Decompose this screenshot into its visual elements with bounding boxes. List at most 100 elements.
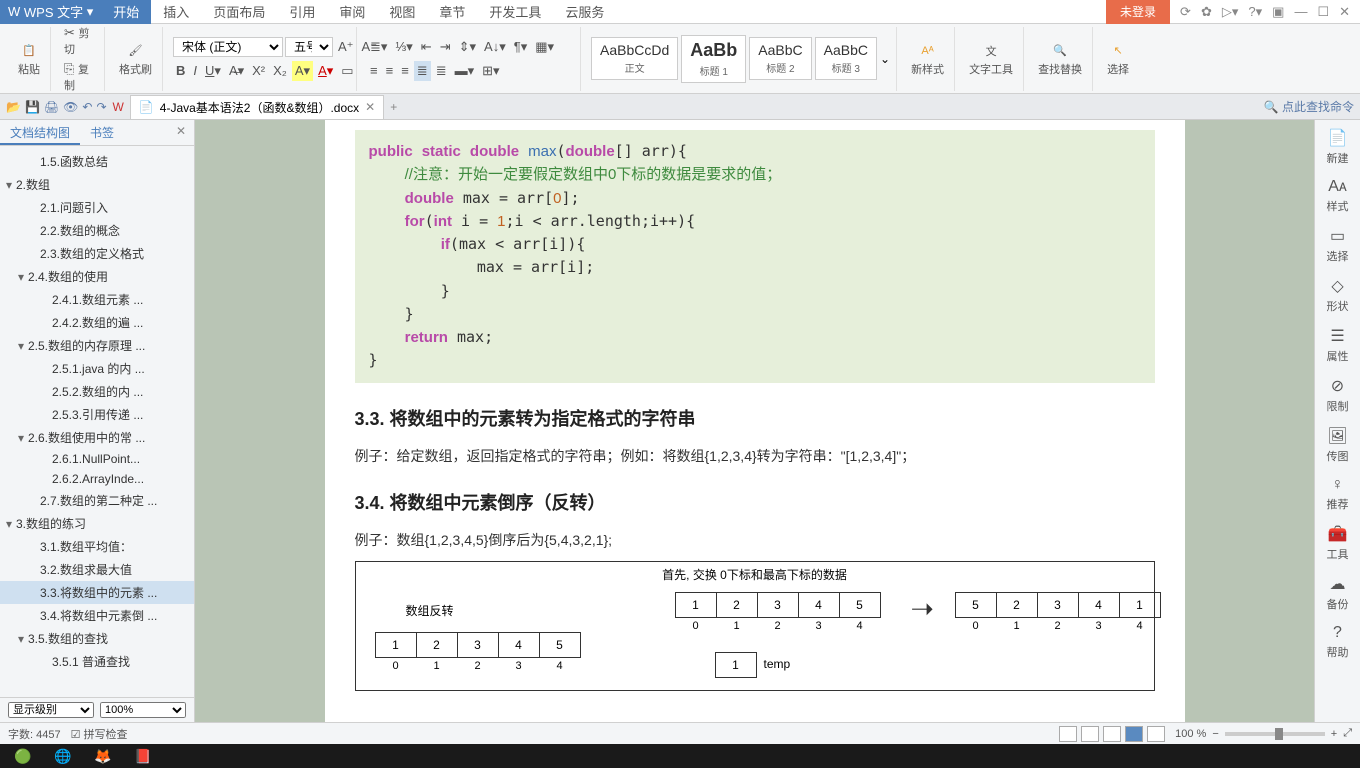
bullets-button[interactable]: ≣▾ [367,37,390,57]
outline-item[interactable]: ▾2.4.数组的使用 [0,265,194,288]
zoom-slider[interactable] [1225,732,1325,736]
font-color-button[interactable]: A▾ [315,61,336,81]
menu-tab-4[interactable]: 审阅 [327,0,377,24]
sidebar-tool-8[interactable]: 🧰工具 [1327,524,1349,562]
sidebar-tool-9[interactable]: ☁备份 [1327,574,1349,612]
zoom-control[interactable]: 100 % − + ⤢ [1175,727,1352,740]
outline-item[interactable]: 2.2.数组的概念 [0,219,194,242]
command-search[interactable]: 🔍 点此查找命令 [1264,98,1354,115]
select-button[interactable]: ↖选择 [1103,39,1133,79]
view-mode-5[interactable] [1147,726,1165,742]
menu-tab-2[interactable]: 页面布局 [201,0,277,24]
taskbar-firefox[interactable]: 🦊 [84,745,122,767]
view-mode-3[interactable] [1103,726,1121,742]
indent-button[interactable]: ⇥ [437,37,454,57]
compact-icon[interactable]: ▣ [1272,4,1284,20]
style-gallery[interactable]: AaBbCcDd正文AaBb标题 1AaBbC标题 2AaBbC标题 3⌄ [585,27,897,91]
close-icon[interactable]: ✕ [1339,4,1350,20]
sidebar-tool-4[interactable]: ☰属性 [1327,326,1349,364]
taskbar-chrome[interactable]: 🌐 [44,745,82,767]
view-mode-1[interactable] [1059,726,1077,742]
grow-font-icon[interactable]: A⁺ [335,37,357,57]
superscript-button[interactable]: X² [249,61,268,80]
sidebar-tool-3[interactable]: ◇形状 [1327,276,1349,314]
format-painter-button[interactable]: 🖌 格式刷 [115,39,156,79]
outline-item[interactable]: 2.5.3.引用传递 ... [0,403,194,426]
outdent-button[interactable]: ⇤ [418,37,435,57]
spell-check-toggle[interactable]: ☑ 拼写检查 [71,726,128,742]
shading-button[interactable]: ▬▾ [452,61,478,81]
zoom-out-icon[interactable]: − [1212,728,1218,740]
maximize-icon[interactable]: ☐ [1317,4,1329,20]
bold-button[interactable]: B [173,61,188,80]
outline-item[interactable]: ▾2.6.数组使用中的常 ... [0,426,194,449]
cut-button[interactable]: ✂ 剪切 [61,23,98,59]
paste-button[interactable]: 📋 粘贴 [14,39,44,79]
sidebar-tool-1[interactable]: Aᴀ样式 [1327,178,1349,214]
menu-tab-1[interactable]: 插入 [151,0,201,24]
align-center-button[interactable]: ≡ [383,61,397,80]
style-box-2[interactable]: AaBbC标题 2 [749,37,811,80]
numbering-button[interactable]: ⅓▾ [392,37,415,57]
sidebar-tool-10[interactable]: ?帮助 [1327,624,1349,660]
outline-zoom-select[interactable]: 100% [100,702,186,718]
sync-icon[interactable]: ⟳ [1180,4,1191,20]
word-count[interactable]: 字数: 4457 [8,726,61,742]
outline-item[interactable]: ▾2.数组 [0,173,194,196]
add-tab-button[interactable]: + [390,100,397,114]
redo-icon[interactable]: ↷ [96,100,106,114]
highlight-button[interactable]: A▾ [292,61,313,81]
table-border-button[interactable]: ▦▾ [532,37,557,57]
outline-item[interactable]: 3.5.1 普通查找 [0,650,194,673]
outline-item[interactable]: 3.4.将数组中元素倒 ... [0,604,194,627]
wps-tab-icon[interactable]: W [113,100,124,114]
settings-icon[interactable]: ✿ [1201,4,1212,20]
outline-item[interactable]: 2.3.数组的定义格式 [0,242,194,265]
minimize-icon[interactable]: — [1294,4,1307,20]
style-box-1[interactable]: AaBb标题 1 [681,35,746,83]
font-name-select[interactable]: 宋体 (正文) [173,37,283,57]
start-button[interactable]: 🟢 [4,745,42,767]
tab-close-icon[interactable]: ✕ [365,100,375,114]
copy-button[interactable]: ⎘ 复制 [61,59,98,95]
menu-tab-3[interactable]: 引用 [277,0,327,24]
nav-close-icon[interactable]: ✕ [168,120,194,145]
nav-tab-outline[interactable]: 文档结构图 [0,120,80,145]
show-marks-button[interactable]: ¶▾ [511,37,531,57]
menu-tab-5[interactable]: 视图 [377,0,427,24]
sidebar-tool-5[interactable]: ⊘限制 [1327,376,1349,414]
outline-item[interactable]: 2.6.1.NullPoint... [0,449,194,469]
italic-button[interactable]: I [190,61,200,80]
align-distribute-button[interactable]: ≣ [433,61,450,81]
find-replace-button[interactable]: 🔍查找替换 [1034,39,1086,79]
outline-item[interactable]: 2.5.2.数组的内 ... [0,380,194,403]
taskbar-app[interactable]: 📕 [124,745,162,767]
save-icon[interactable]: 💾 [25,100,40,114]
outline-item[interactable]: 2.6.2.ArrayInde... [0,469,194,489]
outline-item[interactable]: 2.4.2.数组的遍 ... [0,311,194,334]
outline-item[interactable]: 3.1.数组平均值： [0,535,194,558]
outline-tree[interactable]: 1.5.函数总结▾2.数组2.1.问题引入2.2.数组的概念2.3.数组的定义格… [0,146,194,697]
document-view[interactable]: public static double max(double[] arr){ … [195,120,1314,722]
fit-icon[interactable]: ⤢ [1343,727,1352,740]
menu-tab-8[interactable]: 云服务 [553,0,616,24]
new-style-button[interactable]: Aᴬ新样式 [907,39,948,79]
outline-item[interactable]: 1.5.函数总结 [0,150,194,173]
align-right-button[interactable]: ≡ [398,61,412,80]
open-icon[interactable]: 📂 [6,100,21,114]
document-tab[interactable]: 📄 4-Java基本语法2（函数&数组）.docx ✕ [130,95,384,119]
outline-level-select[interactable]: 显示级别 [8,702,94,718]
outline-item[interactable]: 2.5.1.java 的内 ... [0,357,194,380]
text-tools-button[interactable]: 文文字工具 [965,39,1017,79]
nav-tab-bookmarks[interactable]: 书签 [80,120,124,145]
style-box-3[interactable]: AaBbC标题 3 [815,37,877,80]
font-size-select[interactable]: 五号 [285,37,333,57]
underline-button[interactable]: U▾ [202,61,224,81]
sidebar-tool-0[interactable]: 📄新建 [1327,128,1349,166]
subscript-button[interactable]: X₂ [270,61,290,80]
print-icon[interactable]: 🖨 [44,100,59,114]
outline-item[interactable]: 2.1.问题引入 [0,196,194,219]
align-left-button[interactable]: ≡ [367,61,381,80]
align-justify-button[interactable]: ≣ [414,61,431,81]
login-button[interactable]: 未登录 [1106,0,1170,24]
